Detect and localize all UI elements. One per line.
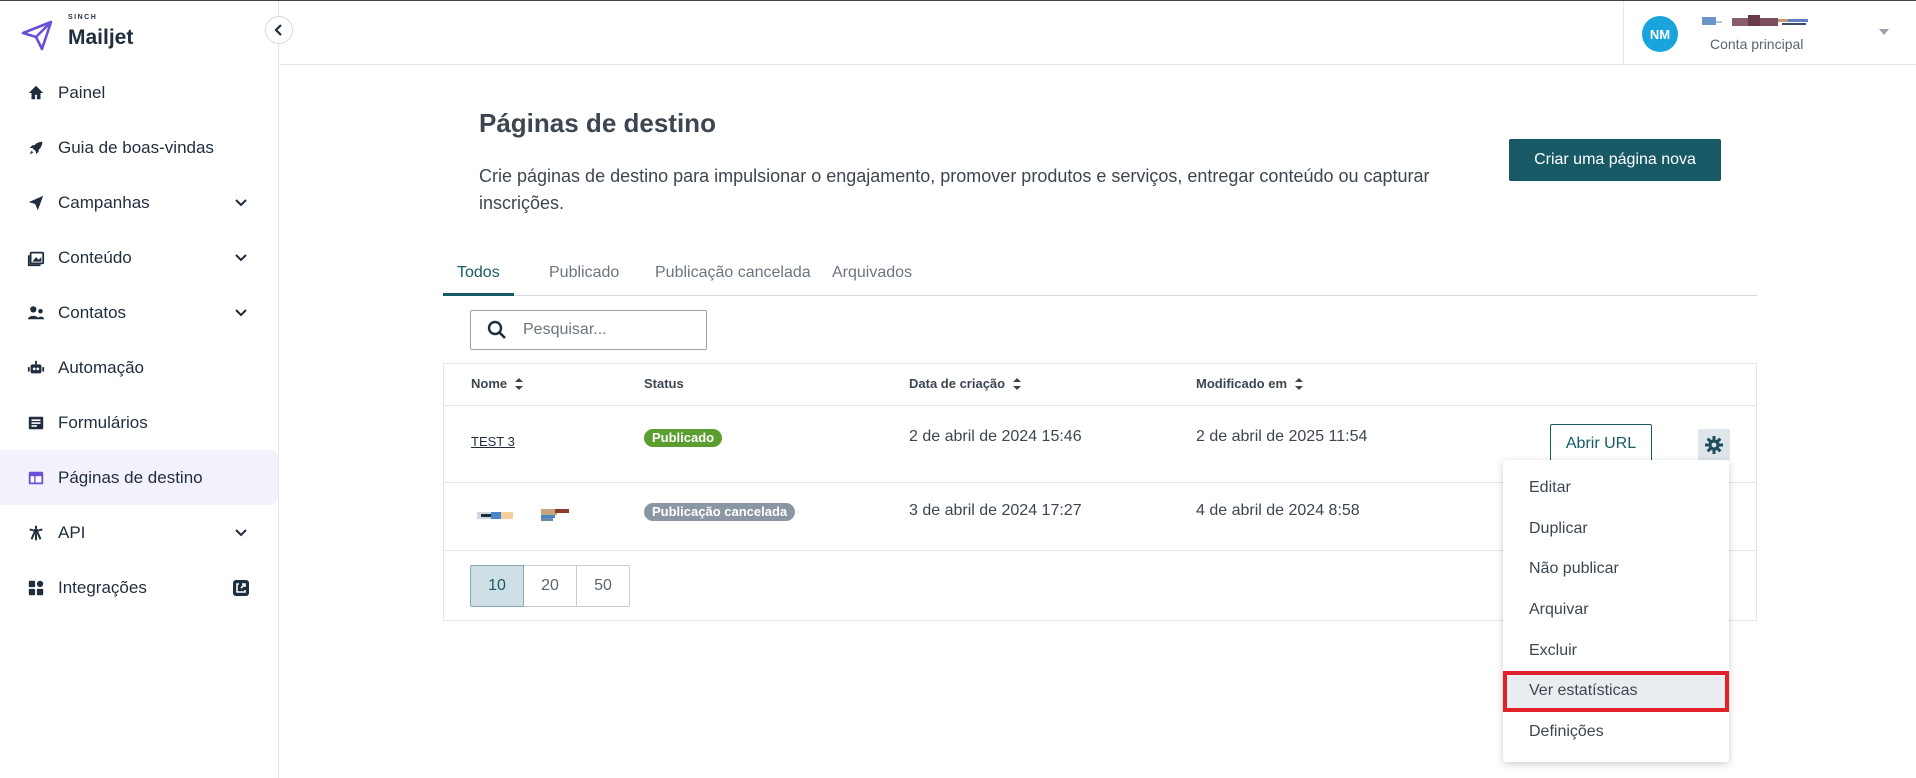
top-header: NM Conta principal (280, 1, 1916, 65)
row-modified-date: 2 de abril de 2025 11:54 (1196, 428, 1368, 445)
menu-item-ver-estatisticas[interactable]: Ver estatísticas (1503, 670, 1729, 712)
image-gallery-icon (26, 248, 46, 268)
page-size-20[interactable]: 20 (523, 565, 577, 607)
sidebar-collapse-button[interactable] (265, 16, 293, 44)
menu-item-editar[interactable]: Editar (1503, 468, 1729, 509)
status-tabs: Todos Publicado Publicação cancelada Arq… (443, 258, 1757, 296)
row-name-link[interactable]: TEST 3 (471, 434, 515, 449)
column-status-header: Status (644, 376, 684, 391)
sort-icon (1295, 377, 1304, 390)
layout-icon (26, 468, 46, 488)
form-icon (26, 413, 46, 433)
page-title: Páginas de destino (479, 108, 716, 138)
column-created-label: Data de criação (909, 376, 1006, 391)
sidebar-item-label: Páginas de destino (58, 467, 203, 487)
create-page-button[interactable]: Criar uma página nova (1509, 139, 1721, 181)
row-modified-date: 4 de abril de 2024 8:58 (1196, 502, 1360, 519)
column-name-label: Nome (471, 376, 508, 391)
row-status: Publicação cancelada (644, 503, 796, 521)
sidebar-item-formularios[interactable]: Formulários (0, 395, 278, 450)
sidebar-item-contatos[interactable]: Contatos (0, 285, 278, 340)
menu-item-nao-publicar[interactable]: Não publicar (1503, 549, 1729, 590)
logo-mailjet-text: Mailjet (68, 26, 134, 49)
sidebar-item-paginas-de-destino[interactable]: Páginas de destino (0, 450, 278, 505)
sidebar-item-painel[interactable]: Painel (0, 65, 278, 120)
tab-todos[interactable]: Todos (443, 258, 514, 296)
sidebar-item-label: Conteúdo (58, 247, 132, 267)
menu-item-excluir[interactable]: Excluir (1503, 630, 1729, 671)
status-badge: Publicação cancelada (644, 503, 796, 521)
page-size-10[interactable]: 10 (470, 565, 524, 607)
paper-plane-icon (26, 193, 46, 213)
search-icon (487, 320, 506, 339)
sidebar-item-integracoes[interactable]: Integrações (0, 560, 278, 615)
sidebar-item-campanhas[interactable]: Campanhas (0, 175, 278, 230)
avatar[interactable]: NM (1642, 16, 1678, 52)
table-header: Nome Status Data de criação Modificado e… (444, 364, 1756, 406)
menu-item-definicoes[interactable]: Definições (1503, 712, 1729, 753)
row-status: Publicado (644, 429, 723, 447)
chevron-down-icon[interactable] (234, 526, 248, 540)
sidebar-item-label: Contatos (58, 302, 127, 322)
sidebar-item-label: Guia de boas-vindas (58, 137, 214, 157)
sidebar-item-automacao[interactable]: Automação (0, 340, 278, 395)
column-status-label: Status (644, 376, 684, 391)
page-size-selector: 10 20 50 (470, 565, 630, 607)
row-created-date: 2 de abril de 2024 15:46 (909, 428, 1082, 445)
row-settings-button[interactable] (1698, 429, 1730, 461)
home-icon (26, 83, 46, 103)
row-actions-menu: Editar Duplicar Não publicar Arquivar Ex… (1503, 460, 1729, 762)
sidebar-item-conteudo[interactable]: Conteúdo (0, 230, 278, 285)
sidebar-item-label: Integrações (58, 577, 147, 597)
tab-publicacao-cancelada[interactable]: Publicação cancelada (641, 258, 825, 296)
caret-down-icon[interactable] (1877, 27, 1891, 37)
api-icon (26, 523, 46, 543)
gear-icon (1705, 436, 1723, 454)
robot-icon (26, 358, 46, 378)
row-created-date: 3 de abril de 2024 17:27 (909, 502, 1082, 519)
row-name-redacted[interactable] (477, 509, 571, 523)
sidebar-item-label: Automação (58, 357, 144, 377)
account-name-redacted[interactable] (1702, 15, 1812, 27)
sidebar-item-guia[interactable]: Guia de boas-vindas (0, 120, 278, 175)
rocket-icon (26, 138, 46, 158)
sidebar-item-label: Formulários (58, 412, 148, 432)
chevron-down-icon[interactable] (234, 251, 248, 265)
chevron-down-icon[interactable] (234, 306, 248, 320)
sidebar-item-label: Campanhas (58, 192, 150, 212)
chevron-down-icon[interactable] (234, 196, 248, 210)
column-created-header[interactable]: Data de criação (909, 376, 1022, 391)
open-url-button[interactable]: Abrir URL (1550, 424, 1652, 464)
sidebar-nav: Painel Guia de boas-vindas Campanhas Con… (0, 65, 278, 615)
search-box[interactable] (470, 310, 707, 350)
sidebar-item-label: API (58, 522, 86, 542)
tab-publicado[interactable]: Publicado (535, 258, 633, 296)
sidebar: SINCH Mailjet Painel Guia de boas-vindas… (0, 1, 279, 778)
menu-item-duplicar[interactable]: Duplicar (1503, 509, 1729, 550)
menu-item-arquivar[interactable]: Arquivar (1503, 590, 1729, 631)
paper-plane-logo-icon (21, 20, 53, 51)
column-name-header[interactable]: Nome (471, 376, 524, 391)
column-modified-label: Modificado em (1196, 376, 1288, 391)
grid-icon (26, 578, 46, 598)
mailjet-logo[interactable]: SINCH Mailjet (20, 14, 134, 55)
page-description: Crie páginas de destino para impulsionar… (479, 166, 1430, 213)
search-input[interactable] (523, 321, 703, 339)
sort-icon (515, 377, 524, 390)
account-divider (1623, 1, 1624, 65)
column-modified-header[interactable]: Modificado em (1196, 376, 1304, 391)
page-size-50[interactable]: 50 (576, 565, 630, 607)
sort-icon (1013, 377, 1022, 390)
logo-sinch-text: SINCH (68, 14, 98, 21)
users-icon (26, 303, 46, 323)
sidebar-item-label: Painel (58, 82, 106, 102)
tab-arquivados[interactable]: Arquivados (818, 258, 926, 296)
external-link-icon (233, 579, 249, 596)
sidebar-item-api[interactable]: API (0, 505, 278, 560)
account-type-label: Conta principal (1710, 36, 1804, 52)
status-badge: Publicado (644, 429, 723, 447)
chevron-left-icon (274, 24, 282, 36)
